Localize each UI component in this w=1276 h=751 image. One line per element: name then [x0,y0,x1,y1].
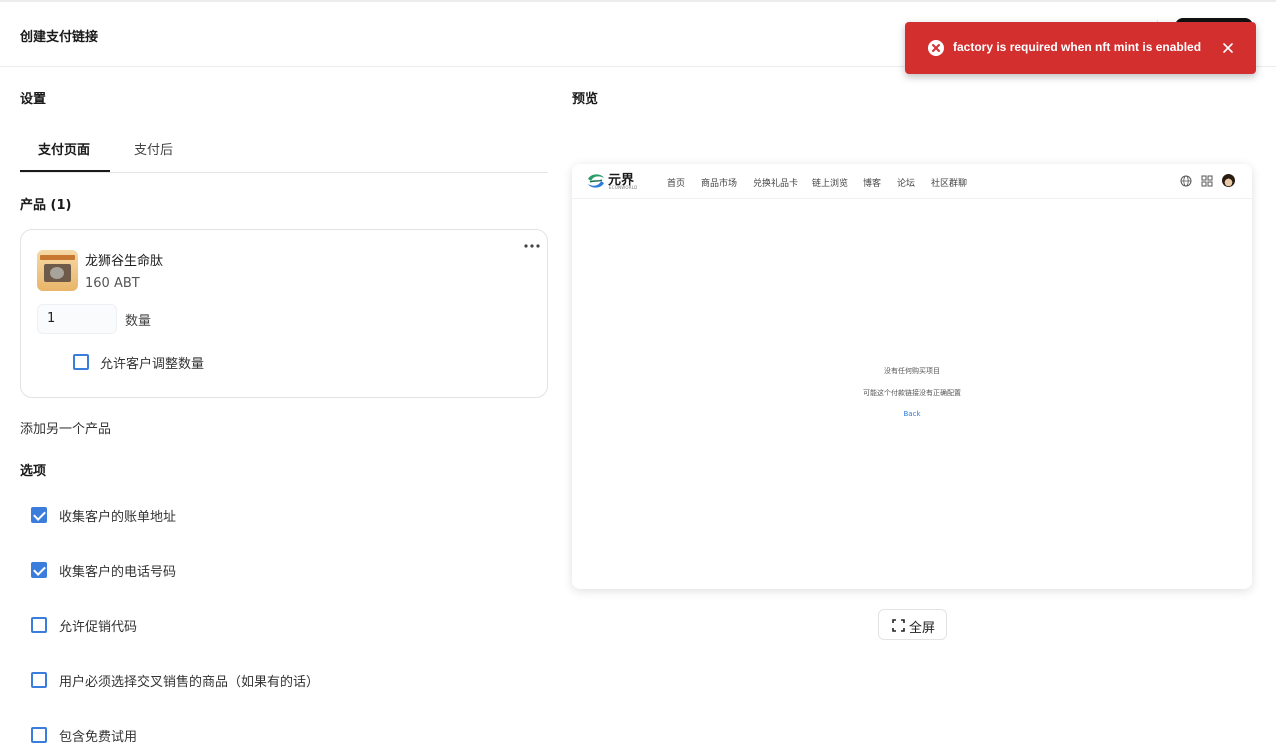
free-trial-checkbox[interactable] [31,727,47,743]
preview-nav-home[interactable]: 首页 [667,176,685,189]
promo-code-checkbox[interactable] [31,617,47,633]
preview-nav-blog[interactable]: 博客 [863,176,881,189]
preview-navbar: 元界 ECONWORLD 首页 商品市场 兑换礼品卡 链上浏览 博客 论坛 社区… [572,164,1252,199]
close-icon[interactable] [1219,39,1237,57]
preview-nav-giftcard[interactable]: 兑换礼品卡 [753,176,798,189]
preview-nav-explorer[interactable]: 链上浏览 [812,176,848,189]
promo-code-label: 允许促销代码 [59,620,138,635]
toast-message: factory is required when nft mint is ena… [953,40,1202,54]
product-name: 龙狮谷生命肽 [85,254,164,269]
billing-address-label: 收集客户的账单地址 [59,510,177,525]
globe-icon[interactable] [1180,175,1192,187]
preview-empty-description: 可能这个付款链接没有正确配置 [863,389,961,397]
error-icon [928,40,944,56]
page-title: 创建支付链接 [20,30,99,45]
fullscreen-button[interactable]: 全屏 [878,609,947,640]
tab-payment-page[interactable]: 支付页面 [38,139,90,158]
fullscreen-label: 全屏 [909,621,936,636]
add-product-link[interactable]: 添加另一个产品 [20,418,111,437]
options-title: 选项 [20,464,47,479]
more-options-icon[interactable] [523,242,541,250]
preview-frame: 元界 ECONWORLD 首页 商品市场 兑换礼品卡 链上浏览 博客 论坛 社区… [572,164,1252,589]
free-trial-label: 包含免费试用 [59,730,138,745]
preview-logo-subtext: ECONWORLD [609,185,638,190]
settings-tabs: 支付页面 支付后 [20,125,548,173]
allow-adjust-quantity-checkbox[interactable] [73,354,89,370]
preview-nav-market[interactable]: 商品市场 [701,176,737,189]
error-toast: factory is required when nft mint is ena… [905,22,1256,74]
fullscreen-icon [892,619,905,632]
preview-back-link[interactable]: Back [572,410,1252,418]
quantity-input[interactable]: 1 [37,304,117,334]
quantity-label: 数量 [125,314,152,329]
preview-nav-community[interactable]: 社区群聊 [931,176,967,189]
cross-sell-label: 用户必须选择交叉销售的商品（如果有的话） [59,675,320,690]
phone-number-label: 收集客户的电话号码 [59,565,177,580]
product-thumbnail [37,250,78,291]
settings-title: 设置 [20,92,47,107]
product-price: 160 ABT [85,276,140,291]
products-title: 产品 (1) [20,198,72,213]
tab-after-payment[interactable]: 支付后 [134,139,173,158]
active-tab-indicator [20,170,110,172]
cross-sell-checkbox[interactable] [31,672,47,688]
preview-title: 预览 [572,92,599,107]
allow-adjust-quantity-label: 允许客户调整数量 [100,357,205,372]
product-card: 龙狮谷生命肽 160 ABT 1 数量 允许客户调整数量 [20,229,548,398]
grid-icon[interactable] [1201,175,1213,187]
avatar[interactable] [1222,174,1235,187]
logo-icon [588,174,604,188]
phone-number-checkbox[interactable] [31,562,47,578]
billing-address-checkbox[interactable] [31,507,47,523]
preview-empty-title: 没有任何购买项目 [884,367,940,375]
preview-nav-forum[interactable]: 论坛 [897,176,915,189]
